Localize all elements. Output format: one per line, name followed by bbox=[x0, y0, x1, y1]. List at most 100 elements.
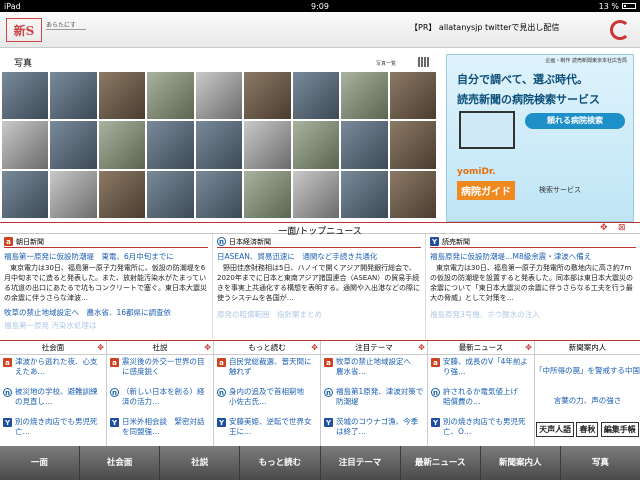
list-item[interactable]: a 安藤、成長のV「4年前より強… bbox=[428, 355, 534, 385]
nikkei-icon: n bbox=[110, 388, 119, 397]
grid-view-icon[interactable] bbox=[418, 57, 430, 67]
mini-section-title: 社会面 ✥ bbox=[0, 341, 106, 355]
list-item[interactable]: Y 別の焼き肉店でも男児死亡… bbox=[0, 415, 106, 445]
photo-thumbnail[interactable] bbox=[244, 170, 291, 218]
tab-ichimen[interactable]: 一面 bbox=[0, 446, 81, 480]
nikkei-icon: n bbox=[217, 237, 226, 246]
photo-thumbnail[interactable] bbox=[2, 170, 49, 218]
news-body: 東京電力は30日、福島第一原子力発電所の敷地内に高さ約7mの仮設の防潮堤を設置す… bbox=[430, 264, 633, 302]
mini-section-title: 新聞案内人 bbox=[535, 341, 640, 355]
list-item[interactable]: a 自民党総裁選、普天間に触れず bbox=[214, 355, 320, 385]
news-headline[interactable]: 福島第一原発に仮設防潮堤 東電、6月中旬までに bbox=[4, 251, 208, 263]
nikkei-icon: n bbox=[324, 388, 333, 397]
tab-shasetsu[interactable]: 社説 bbox=[160, 446, 241, 480]
photo-thumbnail[interactable] bbox=[389, 170, 436, 218]
photo-thumbnail[interactable] bbox=[50, 72, 97, 120]
list-item[interactable]: n 被災地の学校、避難訓練の見直し… bbox=[0, 385, 106, 415]
henshutecho-logo[interactable]: 編集手帳 bbox=[600, 421, 639, 437]
photo-thumbnail[interactable] bbox=[341, 121, 388, 169]
asahi-icon: a bbox=[4, 237, 13, 246]
list-item[interactable]: n （新しい日本を創る）経済の活力… bbox=[107, 385, 213, 415]
photo-thumbnail[interactable] bbox=[195, 170, 243, 218]
list-item[interactable]: a 震災後の外交一世界の目に感度鋭く bbox=[107, 355, 213, 385]
photo-thumbnail[interactable] bbox=[292, 170, 340, 218]
list-item[interactable]: Y 別の焼き肉店でも男児死亡、O… bbox=[428, 415, 534, 445]
move-icon[interactable]: ✥ bbox=[418, 341, 425, 355]
move-icon[interactable]: ✥ bbox=[97, 341, 104, 355]
mini-section-shakai: 社会面 ✥ a 津波から逃れた夜、心支えたあ… n 被災地の学校、避難訓練の見直し… … bbox=[0, 341, 107, 447]
column-header: a 朝日新聞 bbox=[4, 236, 208, 248]
photo-thumbnail[interactable] bbox=[147, 170, 194, 218]
ad-guide-label: 病院ガイド bbox=[457, 181, 515, 200]
tab-motto[interactable]: もっと読む bbox=[240, 446, 321, 480]
mini-sections: 社会面 ✥ a 津波から逃れた夜、心支えたあ… n 被災地の学校、避難訓練の見直し… … bbox=[0, 340, 640, 447]
list-item[interactable]: Y 安藤美姫、逆転で世界女王に… bbox=[214, 415, 320, 445]
tab-guide[interactable]: 新聞案内人 bbox=[481, 446, 561, 480]
move-icon[interactable]: ✥ bbox=[525, 341, 532, 355]
pr-banner[interactable]: 【PR】 allatanysjp twitterで見出し配信 bbox=[410, 22, 559, 33]
photo-thumbnail[interactable] bbox=[341, 72, 388, 120]
mini-section-title: もっと読む ✥ bbox=[214, 341, 320, 355]
faded-link[interactable]: 福島第一原発 汚染水処理は bbox=[4, 320, 208, 331]
ad-sponsor: 企画・制作 読売新聞東京本社広告局 bbox=[545, 58, 627, 64]
ad-search-button[interactable]: 頼れる病院検索 bbox=[525, 113, 625, 129]
column-logos: 天声人語 春秋 編集手帳 bbox=[535, 415, 640, 443]
list-item[interactable]: n 身内の追及で首相窮地 小佐古氏… bbox=[214, 385, 320, 415]
photo-thumbnail[interactable] bbox=[292, 121, 340, 169]
hospital-search-ad[interactable]: 企画・制作 読売新聞東京本社広告局 自分で調べて、選ぶ時代。 読売新聞の病院検索… bbox=[446, 54, 634, 222]
photo-thumbnail[interactable] bbox=[341, 170, 388, 218]
photo-thumbnail[interactable] bbox=[2, 72, 49, 120]
photo-thumbnail[interactable] bbox=[50, 121, 97, 169]
tab-photos[interactable]: 写真 bbox=[561, 446, 640, 480]
list-item[interactable]: n 福島第1原発、津波対策で防潮堤 bbox=[321, 385, 427, 415]
asahi-icon: a bbox=[110, 358, 119, 367]
photo-thumbnail[interactable] bbox=[389, 121, 436, 169]
mini-section-guide: 新聞案内人 「中所得の罠」を警戒する中国 言葉の力、声の強さ 天声人語 春秋 編… bbox=[535, 341, 640, 447]
news-headline[interactable]: 日ASEAN、貿易迅速に 通関など手続き共通化 bbox=[217, 251, 421, 263]
laptop-icon bbox=[459, 111, 515, 149]
photo-thumbnail[interactable] bbox=[50, 170, 97, 218]
tab-theme[interactable]: 注目テーマ bbox=[321, 446, 401, 480]
source-name: 日本経済新聞 bbox=[229, 237, 271, 246]
news-headline[interactable]: 福島原発に仮設防潮堤…M8級余震・津波へ備え bbox=[430, 251, 636, 263]
list-item[interactable]: a 牧草の禁止地域設定へ 農水省… bbox=[321, 355, 427, 385]
photo-thumbnail[interactable] bbox=[147, 121, 194, 169]
app-logo[interactable]: 新S bbox=[6, 18, 42, 42]
tab-latest[interactable]: 最新ニュース bbox=[401, 446, 481, 480]
move-icon[interactable]: ✥ bbox=[600, 223, 608, 233]
photo-thumbnail[interactable] bbox=[2, 121, 49, 169]
move-icon[interactable]: ✥ bbox=[311, 341, 318, 355]
list-item[interactable]: n 許されるか電気値上げ 賠償費の… bbox=[428, 385, 534, 415]
battery-indicator: 13 % bbox=[599, 2, 636, 11]
refresh-icon[interactable] bbox=[610, 20, 630, 40]
asahi-icon: a bbox=[324, 358, 333, 367]
photo-thumbnail[interactable] bbox=[244, 72, 291, 120]
photo-thumbnail[interactable] bbox=[98, 170, 146, 218]
photo-thumbnail[interactable] bbox=[292, 72, 340, 120]
asahi-icon: a bbox=[217, 358, 226, 367]
ad-service-label: 検索サービス bbox=[539, 186, 581, 194]
photo-thumbnail[interactable] bbox=[195, 121, 243, 169]
faded-link[interactable]: 福島原発3号機、ホウ酸水の注入 bbox=[430, 309, 636, 320]
related-link[interactable]: 牧草の禁止地域設定へ 農水省、16都県に調査依 bbox=[4, 307, 208, 318]
faded-link[interactable]: 原発の賠償範囲 指針案まとめ bbox=[217, 309, 421, 320]
expand-icon[interactable]: ⊠ bbox=[618, 223, 626, 233]
guide-item[interactable]: 言葉の力、声の強さ bbox=[535, 385, 640, 415]
photo-thumbnail[interactable] bbox=[389, 72, 436, 120]
status-bar: iPad 9:09 13 % bbox=[0, 0, 640, 12]
asahi-icon: a bbox=[3, 358, 12, 367]
list-item[interactable]: Y 茨城のコウナゴ漁、今季は終了… bbox=[321, 415, 427, 445]
shunju-logo[interactable]: 春秋 bbox=[576, 421, 599, 437]
photo-thumbnail[interactable] bbox=[98, 121, 146, 169]
photo-thumbnail[interactable] bbox=[147, 72, 194, 120]
guide-item[interactable]: 「中所得の罠」を警戒する中国 bbox=[535, 355, 640, 385]
photo-thumbnail[interactable] bbox=[244, 121, 291, 169]
photo-thumbnail[interactable] bbox=[98, 72, 146, 120]
photo-thumbnail[interactable] bbox=[195, 72, 243, 120]
tab-shakaimen[interactable]: 社会面 bbox=[80, 446, 161, 480]
list-item[interactable]: a 津波から逃れた夜、心支えたあ… bbox=[0, 355, 106, 385]
photo-list-link[interactable]: 写真一覧 bbox=[376, 60, 396, 67]
tenseijingo-logo[interactable]: 天声人語 bbox=[536, 421, 575, 437]
list-item[interactable]: Y 日米外相会談 緊密対話を同盟強… bbox=[107, 415, 213, 445]
move-icon[interactable]: ✥ bbox=[204, 341, 211, 355]
